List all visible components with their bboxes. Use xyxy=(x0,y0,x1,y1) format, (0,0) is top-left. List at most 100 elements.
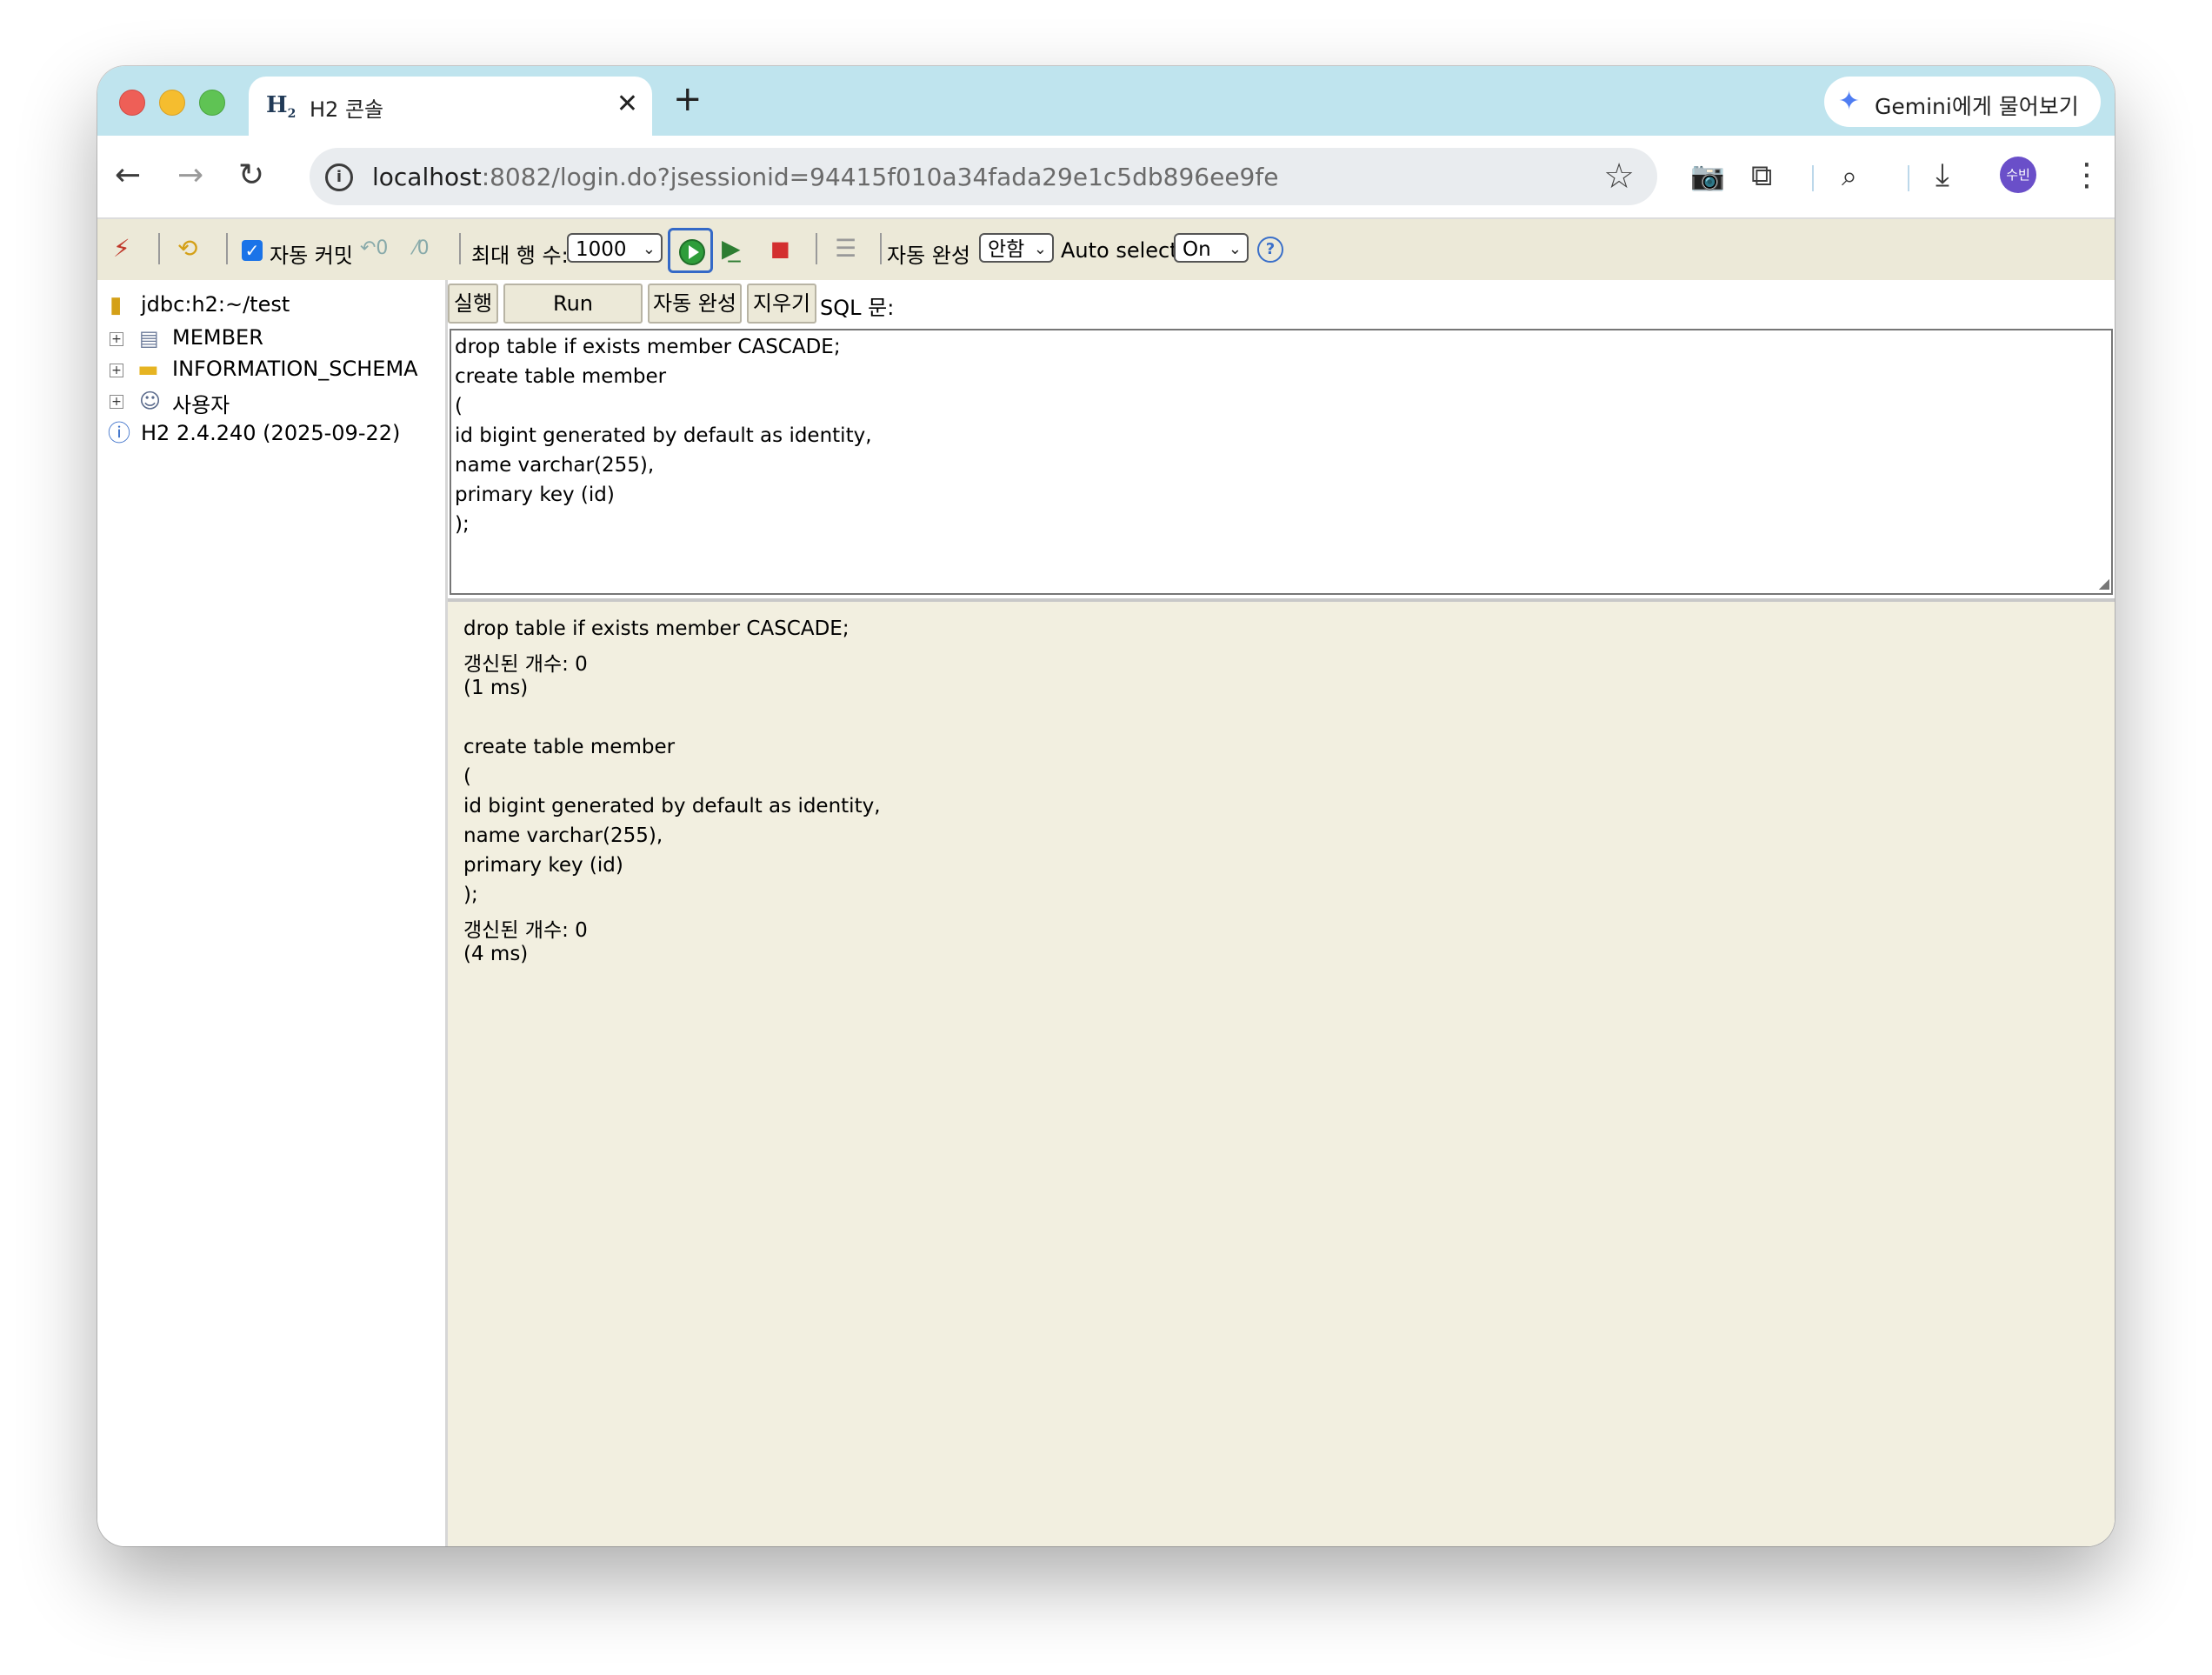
chevron-down-icon: ⌄ xyxy=(1228,240,1242,258)
autocomplete-label: 자동 완성 xyxy=(887,244,970,268)
result-line: id bigint generated by default as identi… xyxy=(463,795,881,817)
result-line: ); xyxy=(463,884,478,906)
address-bar[interactable]: i localhost:8082/login.do?jsessionid=944… xyxy=(310,148,1657,205)
download-icon[interactable]: ⤓ xyxy=(1936,158,1949,193)
result-line: (1 ms) xyxy=(463,677,529,699)
run-selected-button[interactable]: Run Selected xyxy=(503,284,643,352)
toolbar-divider xyxy=(1812,165,1814,191)
tree-item-label: 사용자 xyxy=(172,393,230,417)
gemini-sparkle-icon: ✦ xyxy=(1838,86,1861,117)
help-icon[interactable]: ? xyxy=(1257,237,1283,263)
browser-tab[interactable]: H2 H2 콘솔 ✕ xyxy=(249,77,652,136)
editor-line: ); xyxy=(455,513,470,536)
editor-line: ( xyxy=(455,395,463,417)
tab-title: H2 콘솔 xyxy=(310,97,384,122)
h2-logo-icon: H2 xyxy=(266,92,296,122)
result-panel: drop table if exists member CASCADE; 갱신된… xyxy=(448,602,2115,1546)
toolbar-divider xyxy=(1908,165,1909,191)
max-rows-label: 최대 행 수: xyxy=(471,244,569,268)
autocommit-checkbox[interactable]: ✓ xyxy=(242,240,263,261)
reload-icon[interactable]: ↻ xyxy=(238,158,264,193)
expand-icon[interactable]: + xyxy=(110,332,123,346)
execute-button[interactable]: 실행 xyxy=(448,284,498,324)
close-window-button[interactable] xyxy=(119,90,145,116)
result-line: ( xyxy=(463,765,471,788)
clear-button[interactable]: 지우기 xyxy=(747,284,816,324)
url-host: localhost xyxy=(372,163,482,191)
editor-line: name varchar(255), xyxy=(455,454,655,477)
navigation-bar: ← → ↻ i localhost:8082/login.do?jsession… xyxy=(97,136,2115,219)
version-label: H2 2.4.240 (2025-09-22) xyxy=(141,421,401,445)
refresh-icon[interactable]: ⟲ xyxy=(177,235,197,263)
tree-item-label: MEMBER xyxy=(172,325,263,350)
editor-line: create table member xyxy=(455,365,667,388)
result-line: drop table if exists member CASCADE; xyxy=(463,617,849,640)
sql-editor[interactable]: drop table if exists member CASCADE; cre… xyxy=(450,329,2113,595)
result-line: 갱신된 개수: 0 xyxy=(463,653,588,676)
more-menu-icon[interactable]: ⋮ xyxy=(2071,158,2102,193)
sql-button-row: 실행 Run Selected 자동 완성 지우기 SQL 문: xyxy=(448,280,2115,352)
gemini-button[interactable]: ✦ Gemini에게 물어보기 xyxy=(1824,77,2101,127)
tab-close-icon[interactable]: ✕ xyxy=(616,89,638,119)
autocomplete-select[interactable]: 안함 ⌄ xyxy=(979,233,1054,263)
editor-line: primary key (id) xyxy=(455,484,615,506)
url-text[interactable]: localhost:8082/login.do?jsessionid=94415… xyxy=(372,163,1278,191)
sql-pane: 실행 Run Selected 자동 완성 지우기 SQL 문: drop ta… xyxy=(448,280,2115,1546)
folder-icon: ▬ xyxy=(137,357,159,383)
result-line: primary key (id) xyxy=(463,854,623,877)
url-path: :8082/login.do?jsessionid=94415f010a34fa… xyxy=(481,163,1279,191)
run-selected-icon[interactable]: ▶̲ xyxy=(722,235,741,263)
toolbar-separator xyxy=(880,233,882,264)
tab-search-icon[interactable]: ⌕ xyxy=(1842,158,1857,193)
disconnect-icon[interactable]: ⚡ xyxy=(113,235,130,263)
toolbar-separator xyxy=(158,233,160,264)
autoselect-value: On xyxy=(1183,238,1211,261)
autoselect-select[interactable]: On ⌄ xyxy=(1174,233,1249,263)
h2-toolbar: ⚡ ⟲ ✓ 자동 커밋 ↶0 ⁄0 최대 행 수: 1000 ⌄ ▶̲ ■ ☰ … xyxy=(97,219,2115,280)
rollback-icon[interactable]: ↶0 xyxy=(360,235,388,263)
tree-item-label: INFORMATION_SCHEMA xyxy=(172,357,418,381)
sql-statement-label: SQL 문: xyxy=(820,296,895,320)
connection-label: jdbc:h2:~/test xyxy=(141,292,290,317)
autocomplete-value: 안함 xyxy=(988,238,1025,261)
stop-icon[interactable]: ■ xyxy=(770,235,790,263)
toolbar-separator xyxy=(459,233,461,264)
toolbar-separator xyxy=(226,233,228,264)
table-icon: ▤ xyxy=(139,326,159,350)
autocommit-label: 자동 커밋 xyxy=(270,244,353,268)
browser-window: H2 H2 콘솔 ✕ + ✦ Gemini에게 물어보기 ← → ↻ i loc… xyxy=(97,66,2115,1546)
resize-handle-icon[interactable]: ◢ xyxy=(2099,575,2109,591)
back-arrow-icon[interactable]: ← xyxy=(115,158,141,193)
site-info-icon[interactable]: i xyxy=(325,163,353,191)
schema-tree: ▮ jdbc:h2:~/test + ▤ MEMBER + ▬ INFORMAT… xyxy=(97,280,448,1546)
info-icon: ⓘ xyxy=(108,421,131,447)
autoselect-label: Auto select xyxy=(1061,238,1178,263)
new-tab-button[interactable]: + xyxy=(673,80,703,118)
chevron-down-icon: ⌄ xyxy=(642,240,656,258)
history-icon[interactable]: ☰ xyxy=(835,235,856,263)
maximize-window-button[interactable] xyxy=(199,90,225,116)
users-icon: ☺ xyxy=(139,389,162,413)
play-icon xyxy=(679,239,705,265)
editor-line: drop table if exists member CASCADE; xyxy=(455,336,841,358)
max-rows-select[interactable]: 1000 ⌄ xyxy=(567,233,663,263)
tab-strip: H2 H2 콘솔 ✕ + ✦ Gemini에게 물어보기 xyxy=(97,66,2115,136)
toolbar-separator xyxy=(816,233,817,264)
minimize-window-button[interactable] xyxy=(159,90,185,116)
profile-avatar[interactable]: 수빈 xyxy=(2000,157,2036,193)
extensions-icon[interactable]: ⧉ xyxy=(1751,158,1772,193)
max-rows-value: 1000 xyxy=(576,238,627,261)
chevron-down-icon: ⌄ xyxy=(1033,240,1047,258)
autocomplete-button[interactable]: 자동 완성 xyxy=(648,284,742,324)
camera-icon[interactable]: 📷 xyxy=(1690,158,1725,193)
result-line: 갱신된 개수: 0 xyxy=(463,919,588,942)
run-button[interactable] xyxy=(668,228,713,273)
forward-arrow-icon[interactable]: → xyxy=(177,158,203,193)
bookmark-star-icon[interactable]: ☆ xyxy=(1603,157,1635,197)
expand-icon[interactable]: + xyxy=(110,364,123,377)
commit-icon[interactable]: ⁄0 xyxy=(414,235,430,263)
expand-icon[interactable]: + xyxy=(110,395,123,409)
result-line: name varchar(255), xyxy=(463,824,663,847)
result-line: (4 ms) xyxy=(463,943,529,965)
result-line: create table member xyxy=(463,736,676,758)
